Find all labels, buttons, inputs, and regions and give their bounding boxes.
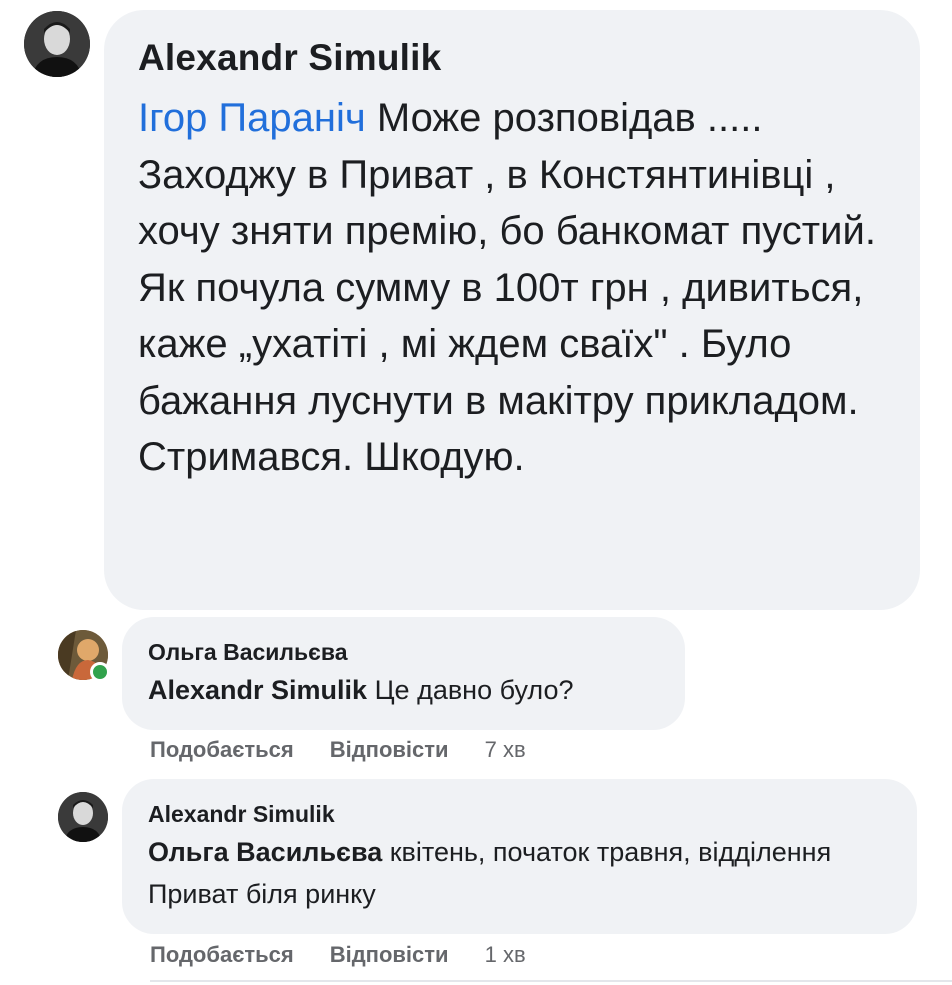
comment-author[interactable]: Ольга Васильєва (148, 637, 665, 667)
comment-actions: Подобається Відповісти 7 хв (150, 737, 526, 763)
like-button[interactable]: Подобається (150, 737, 294, 763)
comment-author[interactable]: Alexandr Simulik (138, 36, 890, 80)
divider (150, 980, 952, 982)
avatar[interactable] (24, 11, 90, 77)
comment-actions: Подобається Відповісти 1 хв (150, 942, 526, 968)
mention-link[interactable]: Ігор Параніч (138, 96, 366, 140)
comment-text: Ігор Параніч Може розповідав ..... Заход… (138, 90, 878, 486)
comment-bubble: Alexandr Simulik Ігор Параніч Може розпо… (104, 10, 920, 610)
comment-body: Може розповідав ..... Заходжу в Приват ,… (138, 96, 876, 479)
comment-text: Alexandr Simulik Це давно було? (148, 669, 665, 711)
comment-author[interactable]: Alexandr Simulik (148, 799, 897, 829)
timestamp[interactable]: 7 хв (485, 737, 526, 763)
profile-photo-icon (58, 792, 108, 842)
like-button[interactable]: Подобається (150, 942, 294, 968)
avatar[interactable] (58, 792, 108, 842)
mention-link[interactable]: Ольга Васильєва (148, 837, 382, 867)
reply-button[interactable]: Відповісти (330, 737, 449, 763)
comment-text: Ольга Васильєва квітень, початок травня,… (148, 831, 897, 915)
mention-link[interactable]: Alexandr Simulik (148, 675, 367, 705)
profile-photo-icon (24, 11, 90, 77)
reply-button[interactable]: Відповісти (330, 942, 449, 968)
timestamp[interactable]: 1 хв (485, 942, 526, 968)
reply-bubble: Alexandr Simulik Ольга Васильєва квітень… (122, 779, 917, 934)
avatar[interactable] (58, 630, 110, 682)
online-status-icon (90, 662, 110, 682)
comment-body: Це давно було? (367, 675, 574, 705)
reply-bubble: Ольга Васильєва Alexandr Simulik Це давн… (122, 617, 685, 730)
